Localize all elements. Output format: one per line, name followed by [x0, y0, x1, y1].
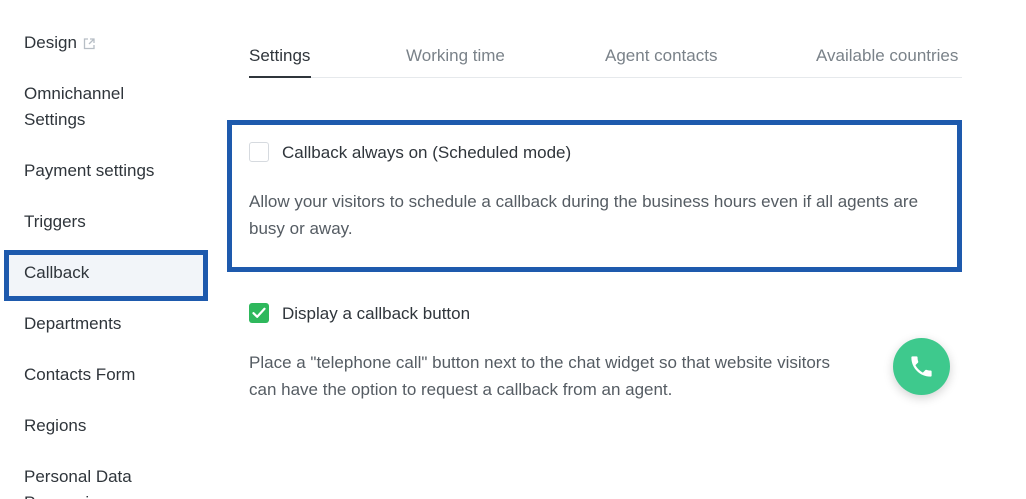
callback-always-on-checkbox[interactable]: [249, 142, 269, 162]
tab-agent-contacts[interactable]: Agent contacts: [605, 44, 717, 68]
external-link-icon: [83, 32, 95, 58]
sidebar-item-label: Triggers: [24, 212, 86, 231]
sidebar-item-payment-settings[interactable]: Payment settings: [24, 158, 154, 184]
display-callback-button-label: Display a callback button: [282, 304, 471, 323]
sidebar-item-label: Regions: [24, 416, 87, 435]
sidebar-item-label-line2: Processing: [24, 490, 132, 499]
description-line: Place a "telephone call" button next to …: [249, 353, 830, 372]
callback-always-on-label: Callback always on (Scheduled mode): [282, 143, 572, 162]
sidebar-item-regions[interactable]: Regions: [24, 413, 86, 439]
sidebar-item-label: Callback: [24, 263, 90, 282]
sidebar-item-triggers[interactable]: Triggers: [24, 209, 86, 235]
settings-sidebar: Design Omnichannel Settings Payment sett…: [0, 0, 212, 499]
description-line: can have the option to request a callbac…: [249, 380, 673, 399]
sidebar-item-callback[interactable]: Callback: [24, 260, 89, 286]
sidebar-item-label: Contacts Form: [24, 365, 136, 384]
sidebar-item-label-line2: Settings: [24, 110, 86, 129]
sidebar-item-label: Design: [24, 33, 77, 52]
display-callback-button-description: Place a "telephone call" button next to …: [249, 349, 830, 403]
description-line: Allow your visitors to schedule a callba…: [249, 192, 919, 211]
callback-always-on-description: Allow your visitors to schedule a callba…: [249, 188, 918, 242]
sidebar-item-design[interactable]: Design: [24, 30, 95, 58]
tab-working-time[interactable]: Working time: [406, 44, 505, 68]
active-tab-underline: [249, 76, 311, 78]
callback-fab-button[interactable]: [893, 338, 950, 395]
display-callback-button-checkbox[interactable]: [249, 303, 269, 323]
sidebar-item-contacts-form[interactable]: Contacts Form: [24, 362, 135, 388]
sidebar-item-personal-data[interactable]: Personal Data Processing: [24, 464, 132, 499]
sidebar-item-label: Departments: [24, 314, 122, 333]
tab-settings[interactable]: Settings: [249, 44, 310, 68]
tab-available-countries[interactable]: Available countries: [816, 44, 958, 68]
sidebar-item-label: Omnichannel: [24, 84, 125, 103]
sidebar-item-label: Personal Data: [24, 467, 132, 486]
sidebar-item-departments[interactable]: Departments: [24, 311, 121, 337]
settings-tabs: Settings Working time Agent contacts Ava…: [249, 44, 962, 78]
sidebar-item-label: Payment settings: [24, 161, 155, 180]
description-line: busy or away.: [249, 219, 353, 238]
sidebar-item-omnichannel[interactable]: Omnichannel Settings: [24, 81, 124, 133]
